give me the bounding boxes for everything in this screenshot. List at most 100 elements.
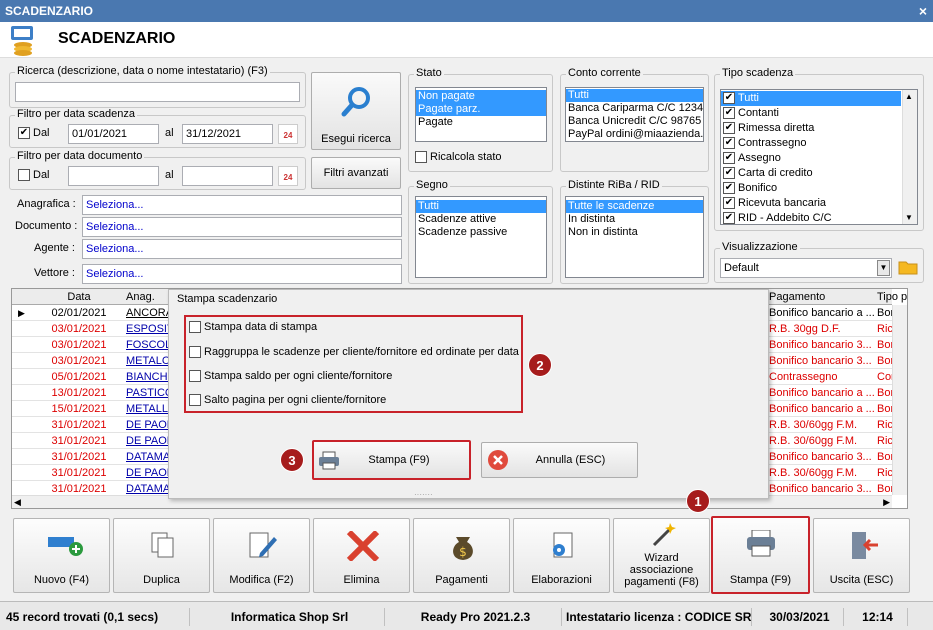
- cell-anag[interactable]: PASTICC: [126, 385, 170, 401]
- scroll-down-icon[interactable]: ▼: [905, 213, 913, 222]
- wizard-button[interactable]: Wizard associazione pagamenti (F8): [613, 518, 710, 593]
- cell-anag[interactable]: ANCORA: [126, 305, 170, 321]
- cell-anag[interactable]: DATAMA: [126, 449, 170, 465]
- option-print-balance[interactable]: Stampa saldo per ogni cliente/fornitore: [189, 370, 392, 383]
- list-item[interactable]: Contanti: [721, 106, 901, 121]
- list-item[interactable]: Scadenze passive: [416, 226, 546, 239]
- filter-scadenza-checkbox[interactable]: Dal: [18, 127, 50, 140]
- stato-list[interactable]: Non pagate Pagate parz. Pagate: [415, 87, 547, 142]
- search-input[interactable]: [15, 82, 300, 102]
- cell-anag[interactable]: DE PAOL: [126, 465, 170, 481]
- calendar-icon[interactable]: 24: [278, 124, 298, 144]
- pagamenti-button[interactable]: $ Pagamenti: [413, 518, 510, 593]
- cell-date: 31/01/2021: [51, 451, 107, 463]
- checkbox-unchecked-icon: [189, 370, 201, 383]
- advanced-filters-button[interactable]: Filtri avanzati: [311, 157, 401, 189]
- recalc-checkbox[interactable]: Ricalcola stato: [415, 151, 502, 164]
- agente-selector[interactable]: Seleziona...: [82, 239, 402, 259]
- search-button[interactable]: Esegui ricerca: [311, 72, 401, 150]
- column-header-data[interactable]: Data: [34, 289, 124, 305]
- tipo-scrollbar[interactable]: ▲ ▼: [902, 90, 917, 224]
- filter-documento-to-label: al: [165, 169, 174, 181]
- duplica-button[interactable]: Duplica: [113, 518, 210, 593]
- option-page-break[interactable]: Salto pagina per ogni cliente/fornitore: [189, 394, 387, 407]
- cell-tipo: Bonific: [877, 307, 892, 319]
- cell-anag[interactable]: DE PAOL: [126, 433, 170, 449]
- documento-selector[interactable]: Seleziona...: [82, 217, 402, 237]
- list-item[interactable]: Non in distinta: [566, 226, 703, 239]
- list-item[interactable]: Pagate: [416, 116, 546, 129]
- elaborazioni-button[interactable]: Elaborazioni: [513, 518, 610, 593]
- segno-list[interactable]: Tutti Scadenze attive Scadenze passive: [415, 196, 547, 278]
- conto-list[interactable]: Tutti Banca Cariparma C/C 12345 Banca Un…: [565, 87, 704, 142]
- list-item[interactable]: Pagate parz.: [416, 103, 546, 116]
- list-item-label: Rimessa diretta: [738, 122, 815, 134]
- vettore-selector[interactable]: Seleziona...: [82, 264, 402, 284]
- modifica-button[interactable]: Modifica (F2): [213, 518, 310, 593]
- elimina-button[interactable]: Elimina: [313, 518, 410, 593]
- list-item[interactable]: Non pagate: [416, 90, 546, 103]
- list-item[interactable]: Contrassegno: [721, 136, 901, 151]
- folder-icon[interactable]: [898, 258, 918, 276]
- cell-anag[interactable]: METALLI: [126, 401, 170, 417]
- cell-tipo: Bonific: [877, 451, 892, 463]
- cell-anag[interactable]: FOSCOL: [126, 337, 170, 353]
- option-group-by-client[interactable]: Raggruppa le scadenze per cliente/fornit…: [189, 346, 519, 359]
- list-item[interactable]: Tutti: [566, 89, 703, 102]
- list-item[interactable]: PayPal ordini@miaazienda.c: [566, 128, 703, 141]
- list-item[interactable]: Assegno: [721, 151, 901, 166]
- cell-anag[interactable]: DE PAOL: [126, 417, 170, 433]
- modal-print-button[interactable]: Stampa (F9): [312, 440, 471, 480]
- filter-scadenza-from-input[interactable]: 01/01/2021: [68, 124, 159, 144]
- calendar-icon[interactable]: 24: [278, 166, 298, 186]
- column-header-anag[interactable]: Anag.: [126, 289, 166, 305]
- nuovo-label: Nuovo (F4): [33, 574, 90, 586]
- stampa-button[interactable]: Stampa (F9): [711, 516, 810, 594]
- column-header-pagamento[interactable]: Pagamento: [769, 289, 874, 305]
- option-label: Salto pagina per ogni cliente/fornitore: [204, 394, 387, 406]
- scroll-left-icon[interactable]: ◀: [14, 497, 21, 508]
- cell-date: 13/01/2021: [51, 387, 107, 399]
- list-item[interactable]: Banca Unicredit C/C 98765: [566, 115, 703, 128]
- distinte-label: Distinte RiBa / RID: [566, 179, 662, 191]
- option-print-date[interactable]: Stampa data di stampa: [189, 321, 318, 334]
- list-item[interactable]: Bonifico: [721, 181, 901, 196]
- option-label: Stampa data di stampa: [204, 321, 318, 333]
- list-item[interactable]: Tutte le scadenze: [566, 200, 703, 213]
- list-item[interactable]: Tutti: [721, 91, 901, 106]
- filter-scadenza-to-input[interactable]: 31/12/2021: [182, 124, 273, 144]
- scroll-right-icon[interactable]: ▶: [883, 497, 890, 508]
- filter-documento-label: Filtro per data documento: [15, 150, 145, 162]
- list-item[interactable]: Rimessa diretta: [721, 121, 901, 136]
- grid-vertical-scrollbar[interactable]: [892, 305, 907, 495]
- list-item[interactable]: RID - Addebito C/C: [721, 211, 901, 224]
- cell-tipo: Ricevu: [877, 419, 892, 431]
- cell-anag[interactable]: METALCA: [126, 353, 170, 369]
- list-item[interactable]: Banca Cariparma C/C 12345: [566, 102, 703, 115]
- filter-documento-from-input[interactable]: [68, 166, 159, 186]
- resize-grip[interactable]: ·······: [414, 490, 433, 499]
- uscita-button[interactable]: Uscita (ESC): [813, 518, 910, 593]
- anagrafica-selector[interactable]: Seleziona...: [82, 195, 402, 215]
- checkbox-unchecked-icon: [415, 151, 427, 164]
- list-item[interactable]: Scadenze attive: [416, 213, 546, 226]
- nuovo-button[interactable]: Nuovo (F4): [13, 518, 110, 593]
- list-item[interactable]: Carta di credito: [721, 166, 901, 181]
- chevron-down-icon[interactable]: ▼: [877, 260, 890, 276]
- conto-group: Conto corrente Tutti Banca Cariparma C/C…: [560, 67, 709, 172]
- filter-documento-to-input[interactable]: [182, 166, 273, 186]
- close-icon[interactable]: ×: [919, 0, 927, 22]
- cell-anag[interactable]: ESPOSIT: [126, 321, 170, 337]
- tipo-list[interactable]: Tutti Contanti Rimessa diretta Contrasse…: [720, 89, 918, 225]
- list-item[interactable]: In distinta: [566, 213, 703, 226]
- print-dialog: Stampa scadenzario Stampa data di stampa…: [168, 289, 769, 499]
- cell-anag[interactable]: BIANCHI: [126, 369, 170, 385]
- list-item[interactable]: Tutti: [416, 200, 546, 213]
- distinte-list[interactable]: Tutte le scadenze In distinta Non in dis…: [565, 196, 704, 278]
- list-item[interactable]: Ricevuta bancaria: [721, 196, 901, 211]
- modal-cancel-button[interactable]: Annulla (ESC): [481, 442, 638, 478]
- filter-documento-checkbox[interactable]: Dal: [18, 169, 50, 182]
- visualizzazione-select[interactable]: Default: [720, 258, 892, 278]
- scroll-up-icon[interactable]: ▲: [905, 92, 913, 101]
- column-header-tipo[interactable]: Tipo p: [877, 289, 907, 305]
